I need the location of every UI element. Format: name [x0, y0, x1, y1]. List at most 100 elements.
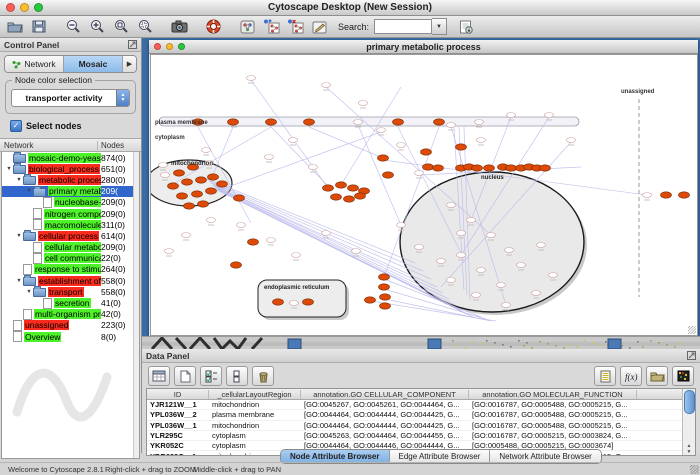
tree-scrollbar[interactable] — [133, 152, 139, 458]
table-row[interactable]: YLR295Ccytoplasm[GO:0045263, GO:0044464,… — [147, 431, 682, 441]
network-node-selected[interactable] — [679, 192, 690, 198]
tab-overflow-arrow[interactable]: ▶ — [123, 56, 136, 72]
network-node[interactable] — [415, 171, 424, 176]
network-node-selected[interactable] — [355, 193, 366, 199]
network-node[interactable] — [507, 113, 516, 118]
table-row[interactable]: YPL036W__1mitochondrion[GO:0044464, GO:0… — [147, 421, 682, 431]
network-node[interactable] — [549, 273, 558, 278]
network-node-selected[interactable] — [303, 299, 314, 305]
network-node[interactable] — [477, 138, 486, 143]
network-node-selected[interactable] — [383, 172, 394, 178]
tree-row[interactable]: ▼primary metabo209( — [2, 186, 139, 197]
network-node-selected[interactable] — [182, 179, 193, 185]
network-node-selected[interactable] — [304, 119, 315, 125]
table-scrollbar[interactable]: ▲▼ — [682, 389, 695, 455]
import-network-icon[interactable] — [455, 18, 477, 36]
network-node[interactable] — [322, 231, 331, 236]
network-node-selected[interactable] — [177, 193, 188, 199]
network-node[interactable] — [457, 231, 466, 236]
node-color-dropdown[interactable]: transporter activity ▲▼ — [11, 89, 130, 107]
network-node[interactable] — [567, 138, 576, 143]
network-view-window[interactable]: primary metabolic process plasma membran… — [149, 40, 698, 336]
network-node-selected[interactable] — [348, 185, 359, 191]
network-node-selected[interactable] — [380, 294, 391, 300]
expander-icon[interactable]: ▼ — [15, 278, 23, 284]
network-node-selected[interactable] — [484, 165, 495, 171]
tree-row[interactable]: ▼establishment of lo558(0) — [2, 275, 139, 286]
network-node-selected[interactable] — [168, 183, 179, 189]
network-node[interactable] — [290, 301, 299, 306]
network-node-selected[interactable] — [336, 182, 347, 188]
network-node[interactable] — [359, 101, 368, 106]
attribute-matrix-icon[interactable] — [594, 366, 616, 386]
network-node-selected[interactable] — [421, 149, 432, 155]
destroy-network-icon[interactable] — [284, 18, 306, 36]
network-node[interactable] — [267, 238, 276, 243]
expander-icon[interactable]: ▼ — [5, 166, 13, 172]
network-node-selected[interactable] — [434, 119, 445, 125]
table-row[interactable]: YPL036W__2plasma membrane[GO:0044464, GO… — [147, 410, 682, 420]
tree-row[interactable]: cell communicat22(0) — [2, 253, 139, 264]
create-network-icon[interactable] — [260, 18, 282, 36]
network-node-selected[interactable] — [365, 297, 376, 303]
network-node[interactable] — [159, 163, 168, 168]
new-attribute-icon[interactable] — [174, 366, 196, 386]
delete-attribute-icon[interactable] — [252, 366, 274, 386]
expander-icon[interactable]: ▼ — [25, 289, 33, 295]
tree-column-nodes[interactable]: Nodes — [98, 141, 141, 150]
network-node[interactable] — [475, 120, 484, 125]
network-node[interactable] — [165, 249, 174, 254]
network-node-selected[interactable] — [206, 188, 217, 194]
tree-row[interactable]: ▼cellular process614(0) — [2, 230, 139, 241]
network-node[interactable] — [161, 173, 170, 178]
import-attributes-icon[interactable] — [646, 366, 668, 386]
network-node-selected[interactable] — [323, 185, 334, 191]
network-node[interactable] — [532, 291, 541, 296]
network-node[interactable] — [377, 128, 386, 133]
network-node-selected[interactable] — [273, 299, 284, 305]
network-node-selected[interactable] — [423, 164, 434, 170]
network-node-selected[interactable] — [380, 303, 391, 309]
network-node-selected[interactable] — [196, 177, 207, 183]
window-resize-grip[interactable] — [690, 465, 699, 474]
network-node[interactable] — [207, 218, 216, 223]
network-node[interactable] — [309, 165, 318, 170]
network-node-selected[interactable] — [217, 181, 228, 187]
tree-row[interactable]: ▼biological_process651(0) — [2, 163, 139, 174]
search-input[interactable] — [374, 19, 432, 34]
network-node-selected[interactable] — [472, 165, 483, 171]
float-panel-icon[interactable] — [128, 40, 137, 49]
tree-row[interactable]: macromolecule311(0) — [2, 219, 139, 230]
network-node[interactable] — [247, 76, 256, 81]
network-node[interactable] — [472, 293, 481, 298]
network-node-selected[interactable] — [208, 174, 219, 180]
tree-row[interactable]: response to stimulu264(0) — [2, 264, 139, 275]
heatmap-icon[interactable] — [672, 366, 694, 386]
network-node[interactable] — [265, 155, 274, 160]
network-node[interactable] — [447, 123, 456, 128]
network-node-selected[interactable] — [198, 201, 209, 207]
column-molecular-function[interactable]: annotation.GO MOLECULAR_FUNCTION — [469, 390, 637, 399]
network-node[interactable] — [457, 253, 466, 258]
network-node[interactable] — [202, 148, 211, 153]
tree-row[interactable]: unassigned223(0) — [2, 320, 139, 331]
save-session-icon[interactable] — [28, 18, 50, 36]
tree-row[interactable]: Overview8(0) — [2, 331, 139, 342]
network-node-selected[interactable] — [231, 262, 242, 268]
tree-row[interactable]: nucleobase-209(0) — [2, 197, 139, 208]
tab-network[interactable]: Network — [5, 56, 64, 72]
network-node[interactable] — [397, 143, 406, 148]
zoom-in-icon[interactable] — [86, 18, 108, 36]
table-row[interactable]: YJR121W__1mitochondrion[GO:0045267, GO:0… — [147, 400, 682, 410]
network-view-titlebar[interactable]: primary metabolic process — [149, 40, 698, 54]
network-node[interactable] — [477, 268, 486, 273]
network-node-selected[interactable] — [378, 155, 389, 161]
tree-row[interactable]: ▼metabolic process280(0) — [2, 174, 139, 185]
tree-row[interactable]: cellular metabo209(0) — [2, 242, 139, 253]
network-node[interactable] — [322, 83, 331, 88]
network-node-selected[interactable] — [266, 119, 277, 125]
network-node[interactable] — [502, 303, 511, 308]
tree-row[interactable]: multi-organism pro42(0) — [2, 309, 139, 320]
open-session-icon[interactable] — [4, 18, 26, 36]
network-node-selected[interactable] — [433, 165, 444, 171]
